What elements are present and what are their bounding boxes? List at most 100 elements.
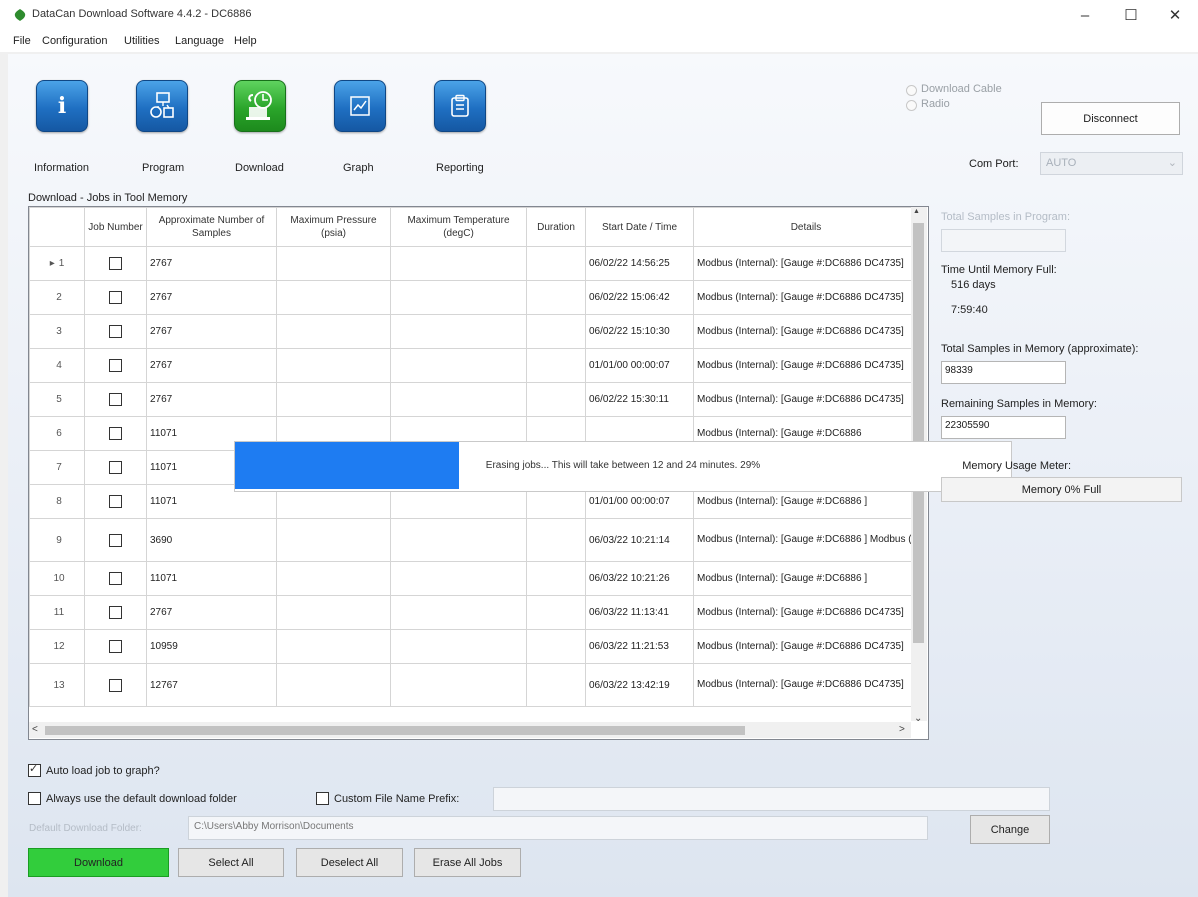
temperature-cell[interactable] bbox=[390, 595, 527, 630]
table-row[interactable]: ▸ 1 2767 06/02/22 14:56:25 Modbus (Internal)… bbox=[29, 246, 919, 281]
duration-cell[interactable] bbox=[526, 595, 586, 630]
samples-cell[interactable]: 12767 bbox=[146, 663, 277, 707]
temperature-cell[interactable] bbox=[390, 518, 527, 562]
table-row[interactable]: 11 2767 06/03/22 11:13:41 Modbus (Internal)… bbox=[29, 595, 919, 630]
row-header[interactable]: 13 bbox=[29, 663, 85, 707]
pressure-cell[interactable] bbox=[276, 595, 391, 630]
duration-cell[interactable] bbox=[526, 663, 586, 707]
row-header[interactable]: 7 bbox=[29, 450, 85, 485]
com-port-select[interactable]: AUTO ⌄ bbox=[1040, 152, 1183, 175]
start-cell[interactable]: 06/02/22 15:30:11 bbox=[585, 382, 694, 417]
change-button[interactable]: Change bbox=[970, 815, 1050, 844]
row-header[interactable]: 4 bbox=[29, 348, 85, 383]
samples-cell[interactable]: 2767 bbox=[146, 595, 277, 630]
pressure-cell[interactable] bbox=[276, 518, 391, 562]
row-header[interactable]: 2 bbox=[29, 280, 85, 315]
duration-cell[interactable] bbox=[526, 382, 586, 417]
details-cell[interactable]: Modbus (Internal): [Gauge #:DC6886 DC473… bbox=[693, 348, 919, 383]
table-row[interactable]: 3 2767 06/02/22 15:10:30 Modbus (Internal):… bbox=[29, 314, 919, 349]
duration-cell[interactable] bbox=[526, 629, 586, 664]
pressure-cell[interactable] bbox=[276, 314, 391, 349]
duration-cell[interactable] bbox=[526, 280, 586, 315]
temperature-cell[interactable] bbox=[390, 348, 527, 383]
menu-configuration[interactable]: Configuration bbox=[42, 35, 107, 47]
start-cell[interactable]: 06/02/22 15:06:42 bbox=[585, 280, 694, 315]
pressure-cell[interactable] bbox=[276, 629, 391, 664]
table-row[interactable]: 2 2767 06/02/22 15:06:42 Modbus (Internal):… bbox=[29, 280, 919, 315]
duration-cell[interactable] bbox=[526, 561, 586, 596]
row-header[interactable]: 10 bbox=[29, 561, 85, 596]
job-select-checkbox[interactable] bbox=[109, 325, 122, 338]
column-header-start[interactable]: Start Date / Time bbox=[585, 207, 694, 247]
start-cell[interactable]: 06/03/22 10:21:14 bbox=[585, 518, 694, 562]
row-header[interactable]: 12 bbox=[29, 629, 85, 664]
start-cell[interactable]: 06/03/22 11:13:41 bbox=[585, 595, 694, 630]
row-header[interactable]: 11 bbox=[29, 595, 85, 630]
details-cell[interactable]: Modbus (Internal): [Gauge #:DC6886 DC473… bbox=[693, 314, 919, 349]
duration-cell[interactable] bbox=[526, 348, 586, 383]
samples-cell[interactable]: 2767 bbox=[146, 246, 277, 281]
column-header-pressure[interactable]: Maximum Pressure (psia) bbox=[276, 207, 391, 247]
radio-radio[interactable] bbox=[906, 100, 917, 111]
job-select-checkbox[interactable] bbox=[109, 461, 122, 474]
row-header[interactable]: ▸ 1 bbox=[29, 246, 85, 281]
samples-cell[interactable]: 10959 bbox=[146, 629, 277, 664]
start-cell[interactable]: 01/01/00 00:00:07 bbox=[585, 348, 694, 383]
always-default-checkbox[interactable] bbox=[28, 792, 41, 805]
row-header[interactable]: 6 bbox=[29, 416, 85, 451]
job-select-checkbox[interactable] bbox=[109, 640, 122, 653]
auto-load-checkbox-row[interactable]: Auto load job to graph? bbox=[28, 762, 160, 777]
minimize-button[interactable]: – bbox=[1062, 0, 1108, 30]
job-select-checkbox[interactable] bbox=[109, 393, 122, 406]
samples-cell[interactable]: 2767 bbox=[146, 382, 277, 417]
samples-cell[interactable]: 11071 bbox=[146, 561, 277, 596]
information-button[interactable]: i bbox=[36, 80, 88, 132]
row-header[interactable]: 5 bbox=[29, 382, 85, 417]
job-select-checkbox[interactable] bbox=[109, 495, 122, 508]
disconnect-button[interactable]: Disconnect bbox=[1041, 102, 1180, 135]
menu-file[interactable]: File bbox=[13, 35, 31, 47]
job-select-checkbox[interactable] bbox=[109, 678, 122, 692]
table-row[interactable]: 5 2767 06/02/22 15:30:11 Modbus (Internal):… bbox=[29, 382, 919, 417]
details-cell[interactable]: Modbus (Internal): [Gauge #:DC6886 ] bbox=[693, 561, 919, 596]
graph-button[interactable] bbox=[334, 80, 386, 132]
reporting-button[interactable] bbox=[434, 80, 486, 132]
temperature-cell[interactable] bbox=[390, 561, 527, 596]
start-cell[interactable]: 06/03/22 11:21:53 bbox=[585, 629, 694, 664]
details-cell[interactable]: Modbus (Internal): [Gauge #:DC6886 DC473… bbox=[693, 246, 919, 281]
table-row[interactable]: 13 12767 06/03/22 13:42:19 Modbus (Internal… bbox=[29, 663, 919, 707]
job-select-checkbox[interactable] bbox=[109, 572, 122, 585]
scroll-up-icon[interactable]: ▲ bbox=[913, 208, 920, 215]
row-header[interactable]: 8 bbox=[29, 484, 85, 519]
vertical-scroll-thumb[interactable] bbox=[913, 223, 924, 643]
column-header-job-number[interactable]: Job Number bbox=[84, 207, 147, 247]
program-button[interactable] bbox=[136, 80, 188, 132]
job-select-checkbox[interactable] bbox=[109, 606, 122, 619]
column-header-details[interactable]: Details bbox=[693, 207, 919, 247]
table-row[interactable]: 10 11071 06/03/22 10:21:26 Modbus (Internal… bbox=[29, 561, 919, 596]
start-cell[interactable]: 06/03/22 13:42:19 bbox=[585, 663, 694, 707]
details-cell[interactable]: Modbus (Internal): [Gauge #:DC6886 DC473… bbox=[693, 382, 919, 417]
horizontal-scroll-thumb[interactable] bbox=[45, 726, 745, 735]
pressure-cell[interactable] bbox=[276, 561, 391, 596]
job-select-checkbox[interactable] bbox=[109, 291, 122, 304]
table-row[interactable]: 9 3690 06/03/22 10:21:14 Modbus (Internal):… bbox=[29, 518, 919, 562]
row-header[interactable]: 3 bbox=[29, 314, 85, 349]
download-cable-radio[interactable] bbox=[906, 85, 917, 96]
temperature-cell[interactable] bbox=[390, 629, 527, 664]
start-cell[interactable]: 06/03/22 10:21:26 bbox=[585, 561, 694, 596]
duration-cell[interactable] bbox=[526, 246, 586, 281]
default-folder-input[interactable]: C:\Users\Abby Morrison\Documents bbox=[188, 816, 928, 840]
details-cell[interactable]: Modbus (Internal): [Gauge #:DC6886 ] Mod… bbox=[693, 518, 919, 562]
start-cell[interactable]: 06/02/22 15:10:30 bbox=[585, 314, 694, 349]
menu-help[interactable]: Help bbox=[234, 35, 257, 47]
custom-prefix-input[interactable] bbox=[493, 787, 1050, 811]
select-all-button[interactable]: Select All bbox=[178, 848, 284, 877]
download-toolbar-button[interactable] bbox=[234, 80, 286, 132]
pressure-cell[interactable] bbox=[276, 382, 391, 417]
pressure-cell[interactable] bbox=[276, 246, 391, 281]
pressure-cell[interactable] bbox=[276, 663, 391, 707]
column-header-samples[interactable]: Approximate Number of Samples bbox=[146, 207, 277, 247]
temperature-cell[interactable] bbox=[390, 314, 527, 349]
custom-prefix-checkbox-row[interactable]: Custom File Name Prefix: bbox=[316, 792, 459, 805]
